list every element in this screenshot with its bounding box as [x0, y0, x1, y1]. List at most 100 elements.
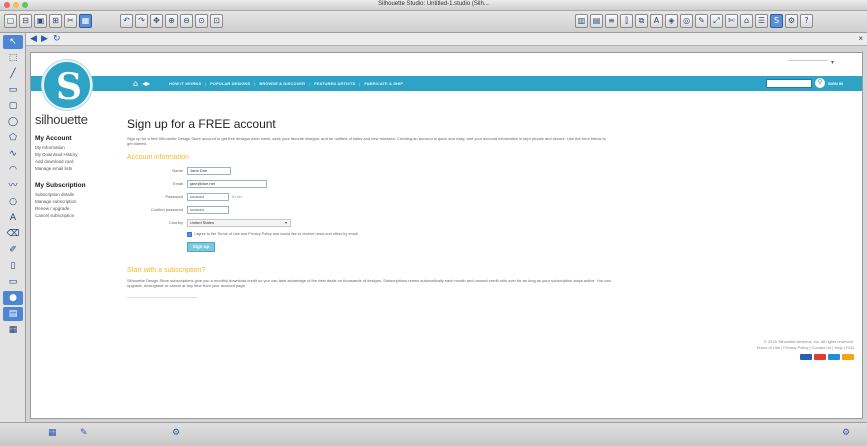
web-page: ▾ ⌂ ◂▸ HOW IT WORKS | POPULAR DESIGNS | … — [30, 52, 863, 419]
zoom-select-icon[interactable]: ⊙ — [195, 14, 208, 28]
layers-icon[interactable]: ▦ — [3, 323, 23, 337]
cut-style-icon[interactable]: ✄ — [725, 14, 738, 28]
freehand-tool-icon[interactable]: 〰 — [3, 179, 23, 193]
sidebar-item-manage-subscription[interactable]: Manage subscription — [35, 198, 115, 205]
polygon-tool-icon[interactable]: ⬠ — [3, 131, 23, 145]
silhouette-logo[interactable]: S — [42, 60, 92, 110]
amex-card-icon — [828, 354, 840, 360]
send-to-silhouette-icon[interactable]: ▦ — [79, 14, 92, 28]
cut-settings-icon[interactable]: ✂ — [64, 14, 77, 28]
line-color-icon[interactable]: ▤ — [590, 14, 603, 28]
grid-icon[interactable]: ▦ — [48, 428, 57, 438]
footer-links[interactable]: Terms of Use | Privacy Policy | Contact … — [554, 345, 854, 351]
transform-icon[interactable]: ⤢ — [710, 14, 723, 28]
point-edit-icon[interactable]: ⬚ — [3, 51, 23, 65]
help-icon[interactable]: ? — [800, 14, 813, 28]
nav-link-browse[interactable]: BROWSE & DISCOVER — [259, 81, 305, 86]
back-icon[interactable]: ◀ — [30, 34, 37, 44]
email-field[interactable]: jane@doe.net — [187, 179, 267, 188]
subscription-heading: Start with a subscription? — [127, 266, 206, 274]
agree-row: ✓ I agree to the Terms of Use and Privac… — [187, 231, 817, 238]
replicate-icon[interactable]: ⧉ — [635, 14, 648, 28]
app-window: Silhouette Studio: Untitled-1.studio (Si… — [0, 0, 867, 446]
fit-page-icon[interactable]: ⊡ — [210, 14, 223, 28]
page-icon[interactable]: ▯ — [3, 259, 23, 273]
nav-links: HOW IT WORKS | POPULAR DESIGNS | BROWSE … — [169, 81, 403, 86]
new-file-icon[interactable]: ▢ — [4, 14, 17, 28]
eraser-tool-icon[interactable]: ⌫ — [3, 227, 23, 241]
sidebar-item-download-card[interactable]: Add download card — [35, 158, 115, 165]
intro-text: Sign up for a free Silhouette Design Sto… — [127, 136, 606, 147]
knife-tool-icon[interactable]: ✐ — [3, 243, 23, 257]
text-style-icon[interactable]: A — [650, 14, 663, 28]
my-account-heading: My Account — [35, 135, 72, 142]
select-icon[interactable]: ↖ — [3, 35, 23, 49]
confirm-password-field[interactable]: •••••••••• — [187, 205, 229, 214]
circle-tool-icon[interactable]: ○ — [3, 195, 23, 209]
nav-link-how-it-works[interactable]: HOW IT WORKS — [169, 81, 201, 86]
forward-icon[interactable]: ▶ — [41, 34, 48, 44]
pan-icon[interactable]: ✥ — [150, 14, 163, 28]
design-panel-icon[interactable]: ▤ — [3, 307, 23, 321]
flag-icon[interactable]: ▾ — [831, 59, 834, 66]
line-style-icon[interactable]: ≡ — [605, 14, 618, 28]
registration-icon[interactable]: ▭ — [3, 275, 23, 289]
sidebar-item-download-history[interactable]: My Download History — [35, 151, 115, 158]
agree-checkbox[interactable]: ✓ — [187, 231, 192, 237]
store-icon[interactable]: ☰ — [755, 14, 768, 28]
sidebar-item-my-information[interactable]: My Information — [35, 144, 115, 151]
home-icon[interactable]: ⌂ — [133, 79, 138, 88]
offset-icon[interactable]: ◎ — [680, 14, 693, 28]
divider — [127, 296, 197, 298]
rectangle-tool-icon[interactable]: ▭ — [3, 83, 23, 97]
nav-link-fabricate[interactable]: FABRICATE & SHIP — [364, 81, 403, 86]
country-select[interactable]: United States ▾ — [187, 218, 291, 227]
sign-up-button[interactable]: Sign up — [187, 241, 215, 252]
language-select[interactable] — [788, 60, 828, 61]
nav-link-artists[interactable]: FEATURED ARTISTS — [314, 81, 355, 86]
print-icon[interactable]: ⊞ — [49, 14, 62, 28]
sidebar-item-cancel[interactable]: Cancel subscription — [35, 212, 115, 219]
name-row: Name Jane Doe — [127, 166, 817, 176]
open-file-icon[interactable]: ⊟ — [19, 14, 32, 28]
settings-gear-icon[interactable]: ⚙ — [172, 428, 180, 438]
menu-icon[interactable]: ◂▸ — [142, 79, 150, 88]
undo-icon[interactable]: ↶ — [120, 14, 133, 28]
save-icon[interactable]: ▣ — [34, 14, 47, 28]
ruler-icon[interactable]: ✎ — [80, 428, 88, 438]
sign-in-link[interactable]: SIGN IN — [828, 81, 843, 86]
library-icon[interactable]: ⌂ — [740, 14, 753, 28]
sidebar-item-email-lists[interactable]: Manage email lists — [35, 165, 115, 172]
align-icon[interactable]: ⫿ — [620, 14, 633, 28]
text-tool-icon[interactable]: A — [3, 211, 23, 225]
modify-icon[interactable]: ◈ — [665, 14, 678, 28]
curve-tool-icon[interactable]: ∿ — [3, 147, 23, 161]
search-icon[interactable]: ⚲ — [815, 78, 825, 88]
search-input[interactable] — [766, 79, 812, 88]
sidebar-item-renew[interactable]: Renew / upgrade — [35, 205, 115, 212]
ellipse-tool-icon[interactable]: ◯ — [3, 115, 23, 129]
arc-tool-icon[interactable]: ◠ — [3, 163, 23, 177]
nav-link-popular[interactable]: POPULAR DESIGNS — [210, 81, 250, 86]
trace-icon[interactable]: ✎ — [695, 14, 708, 28]
edit-tools: ↶ ↷ ✥ ⊕ ⊖ ⊙ ⊡ — [120, 14, 223, 28]
payment-cards — [554, 354, 854, 360]
line-tool-icon[interactable]: ╱ — [3, 67, 23, 81]
browser-nav-bar: ◀ ▶ ↻ × — [26, 33, 867, 46]
cut-panel-icon[interactable]: ● — [3, 291, 23, 305]
sidebar-item-subscription-details[interactable]: Subscription details — [35, 191, 115, 198]
fill-color-icon[interactable]: ▥ — [575, 14, 588, 28]
redo-icon[interactable]: ↷ — [135, 14, 148, 28]
settings-icon[interactable]: ⚙ — [785, 14, 798, 28]
name-field[interactable]: Jane Doe — [187, 166, 231, 175]
close-icon[interactable]: × — [858, 34, 863, 43]
zoom-in-icon[interactable]: ⊕ — [165, 14, 178, 28]
discover-card-icon — [842, 354, 854, 360]
zoom-out-icon[interactable]: ⊖ — [180, 14, 193, 28]
my-subscription-heading: My Subscription — [35, 182, 86, 189]
toggle-panel-icon[interactable]: ⚙ — [842, 428, 850, 438]
rounded-rect-tool-icon[interactable]: ▢ — [3, 99, 23, 113]
refresh-icon[interactable]: ↻ — [53, 34, 61, 44]
online-store-icon[interactable]: S — [770, 14, 783, 28]
password-field[interactable]: •••••••••• — [187, 192, 229, 201]
